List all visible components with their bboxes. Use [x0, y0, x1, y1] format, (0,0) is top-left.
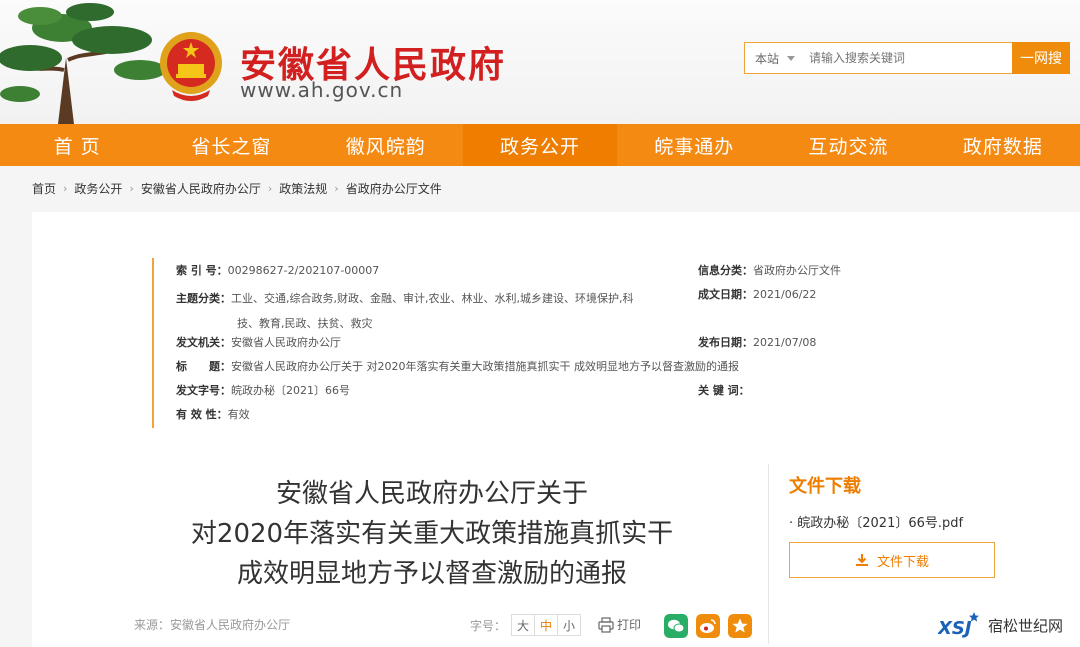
meta-value: 技、教育,民政、扶贫、救灾	[237, 317, 373, 330]
meta-value: 工业、交通,综合政务,财政、金融、审计,农业、林业、水利,城乡建设、环境保护,科	[231, 292, 634, 305]
meta-label: 发文机关：	[176, 336, 231, 349]
meta-label: 索 引 号：	[176, 264, 228, 277]
favorite-star-icon[interactable]	[728, 614, 752, 638]
meta-label: 成文日期：	[698, 288, 753, 301]
article-title-line: 对2020年落实有关重大政策措施真抓实干	[190, 519, 674, 549]
meta-label: 发布日期：	[698, 336, 753, 349]
meta-title: 标 题：安徽省人民政府办公厅关于 对2020年落实有关重大政策措施真抓实干 成效…	[176, 358, 836, 374]
pine-tree-icon	[0, 3, 165, 124]
breadcrumb: 首页 › 政务公开 › 安徽省人民政府办公厅 › 政策法规 › 省政府办公厅文件	[32, 180, 442, 197]
search-scope-label: 本站	[755, 51, 780, 66]
chevron-right-icon: ›	[267, 182, 273, 195]
chevron-right-icon: ›	[334, 182, 339, 195]
watermark: XSJ 宿松世纪网	[938, 612, 1063, 638]
nav-item-governor[interactable]: 省长之窗	[154, 124, 308, 166]
chevron-right-icon: ›	[129, 182, 134, 195]
meta-value: 省政府办公厅文件	[753, 264, 841, 277]
meta-issuer: 发文机关：安徽省人民政府办公厅	[176, 334, 341, 350]
meta-label: 有 效 性：	[176, 408, 228, 421]
meta-label: 标 题：	[176, 360, 231, 373]
nav-item-gov-affairs[interactable]: 政务公开	[462, 124, 618, 166]
meta-made-date: 成文日期：2021/06/22	[698, 286, 816, 302]
font-size-label: 字号：	[470, 618, 507, 633]
article-title-line: 成效明显地方予以督查激励的通报	[236, 559, 627, 589]
site-header: 安徽省人民政府 www.ah.gov.cn 本站 一网搜	[0, 0, 1080, 124]
watermark-text: 宿松世纪网	[988, 616, 1064, 635]
search-bar: 本站 一网搜	[744, 42, 1070, 74]
meta-label: 主题分类：	[176, 292, 231, 305]
meta-label: 发文字号：	[176, 384, 231, 397]
meta-topic: 主题分类：工业、交通,综合政务,财政、金融、审计,农业、林业、水利,城乡建设、环…	[176, 286, 676, 336]
nav-item-interaction[interactable]: 互动交流	[771, 124, 925, 166]
meta-value: 安徽省人民政府办公厅关于 对2020年落实有关重大政策措施真抓实干 成效明显地方…	[231, 360, 739, 373]
download-section-title: 文件下载	[789, 476, 861, 497]
meta-value: 2021/07/08	[753, 336, 817, 349]
nav-item-data[interactable]: 政府数据	[926, 124, 1080, 166]
download-file-name: 皖政办秘〔2021〕66号.pdf	[797, 516, 964, 531]
meta-value: 安徽省人民政府办公厅	[231, 336, 341, 349]
meta-info-category: 信息分类：省政府办公厅文件	[698, 262, 841, 278]
breadcrumb-item[interactable]: 安徽省人民政府办公厅	[141, 180, 261, 197]
content-panel: 索 引 号：00298627-2/202107-00007 信息分类：省政府办公…	[32, 212, 1080, 647]
download-icon	[855, 554, 868, 566]
font-size-medium-button[interactable]: 中	[534, 614, 559, 636]
search-scope-select[interactable]: 本站	[745, 50, 809, 67]
search-button[interactable]: 一网搜	[1012, 42, 1070, 74]
breadcrumb-item[interactable]: 政策法规	[279, 180, 327, 197]
font-size-controls: 字号： 大 中 小	[470, 614, 582, 636]
meta-value: 有效	[227, 408, 250, 421]
download-button[interactable]: 文件下载	[789, 542, 995, 578]
meta-value: 00298627-2/202107-00007	[227, 264, 380, 277]
download-file-link[interactable]: · 皖政办秘〔2021〕66号.pdf	[789, 512, 963, 531]
meta-validity: 有 效 性：有效	[176, 406, 250, 422]
breadcrumb-item[interactable]: 政务公开	[74, 180, 122, 197]
document-metadata: 索 引 号：00298627-2/202107-00007 信息分类：省政府办公…	[152, 258, 842, 428]
nav-item-services[interactable]: 皖事通办	[617, 124, 771, 166]
nav-item-culture[interactable]: 徽风皖韵	[309, 124, 463, 166]
font-size-small-button[interactable]: 小	[557, 614, 582, 636]
print-label: 打印	[617, 618, 642, 632]
meta-value: 皖政办秘〔2021〕66号	[231, 384, 350, 397]
chevron-down-icon	[787, 55, 796, 61]
svg-text:XSJ: XSJ	[938, 618, 972, 638]
chevron-right-icon: ›	[63, 182, 68, 195]
meta-label: 关 键 词：	[698, 384, 750, 397]
meta-label: 信息分类：	[698, 264, 753, 277]
download-button-label: 文件下载	[876, 554, 929, 570]
main-nav: 首 页 省长之窗 徽风皖韵 政务公开 皖事通办 互动交流 政府数据	[0, 124, 1080, 166]
printer-icon	[598, 616, 614, 633]
article-title: 安徽省人民政府办公厅关于 对2020年落实有关重大政策措施真抓实干 成效明显地方…	[162, 474, 702, 594]
meta-doc-number: 发文字号：皖政办秘〔2021〕66号	[176, 382, 350, 398]
meta-value: 2021/06/22	[753, 288, 817, 301]
meta-keywords: 关 键 词：	[698, 382, 750, 398]
breadcrumb-item[interactable]: 省政府办公厅文件	[346, 180, 442, 197]
meta-pub-date: 发布日期：2021/07/08	[698, 334, 816, 350]
national-emblem-icon	[160, 32, 222, 101]
print-button[interactable]: 打印	[598, 616, 641, 633]
font-size-large-button[interactable]: 大	[511, 614, 536, 636]
weibo-icon[interactable]	[696, 614, 720, 638]
article-title-line: 安徽省人民政府办公厅关于	[275, 479, 588, 509]
search-input[interactable]	[809, 51, 1012, 65]
watermark-logo: XSJ	[938, 612, 979, 638]
meta-index: 索 引 号：00298627-2/202107-00007	[176, 262, 379, 278]
site-url: www.ah.gov.cn	[240, 78, 404, 102]
breadcrumb-item[interactable]: 首页	[32, 180, 56, 197]
article-source: 来源：安徽省人民政府办公厅	[134, 618, 291, 632]
nav-item-home[interactable]: 首 页	[0, 124, 154, 166]
wechat-icon[interactable]	[664, 614, 688, 638]
